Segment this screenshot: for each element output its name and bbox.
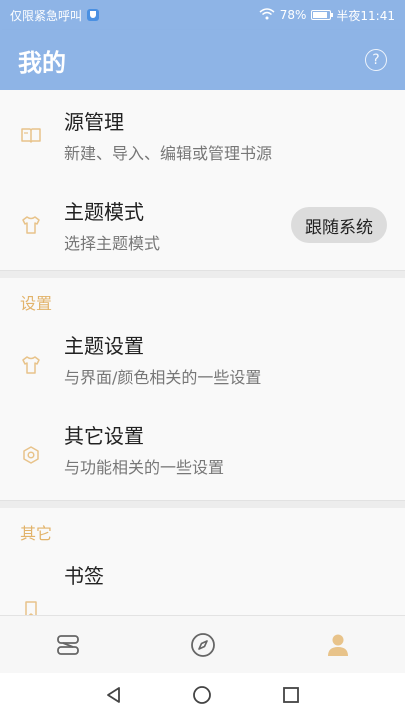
item-title: 书签 [64, 564, 104, 588]
item-subtitle: 与功能相关的一些设置 [64, 458, 225, 477]
theme-settings-item[interactable]: 主题设置 与界面/颜色相关的一些设置 [0, 320, 405, 410]
home-circle-icon [193, 685, 212, 704]
discover-tab[interactable] [173, 616, 233, 674]
home-button[interactable] [192, 685, 212, 709]
settings-list: 源管理 新建、导入、编辑或管理书源 主题模式 选择主题模式 跟随系统 设置 主题… [0, 90, 405, 615]
hexagon-gear-icon [20, 444, 42, 466]
status-right: 78% 半夜11:41 [259, 7, 395, 24]
source-management-item[interactable]: 源管理 新建、导入、编辑或管理书源 [0, 90, 405, 180]
section-label-others: 其它 [20, 524, 53, 543]
item-subtitle: 选择主题模式 [64, 234, 161, 253]
item-subtitle: 与界面/颜色相关的一些设置 [64, 368, 262, 387]
app-bar: 我的 ? [0, 30, 405, 90]
battery-percent: 78% [279, 8, 307, 22]
divider [0, 500, 405, 508]
item-title: 其它设置 [64, 424, 144, 448]
theme-mode-value-button[interactable]: 跟随系统 [291, 207, 387, 243]
wifi-icon [259, 7, 275, 23]
person-icon [327, 634, 348, 656]
bookshelf-tab[interactable] [38, 616, 98, 674]
recents-button[interactable] [281, 685, 301, 709]
divider [0, 270, 405, 278]
recents-square-icon [282, 686, 299, 703]
status-left: 仅限紧急呼叫 [10, 7, 100, 24]
shield-icon [87, 9, 100, 21]
item-title: 源管理 [64, 110, 124, 134]
bookmark-icon [20, 599, 42, 615]
clock: 半夜11:41 [336, 8, 395, 23]
book-icon [20, 124, 42, 146]
item-title: 主题模式 [64, 200, 144, 224]
compass-icon [190, 632, 215, 657]
item-title: 主题设置 [64, 334, 144, 358]
theme-mode-item[interactable]: 主题模式 选择主题模式 跟随系统 [0, 180, 405, 270]
status-bar: 仅限紧急呼叫 78% 半夜11:41 [0, 0, 405, 30]
bookmarks-item[interactable]: 书签 [0, 550, 405, 615]
item-subtitle: 新建、导入、编辑或管理书源 [64, 144, 273, 163]
bookshelf-icon [56, 634, 79, 655]
shirt-icon [20, 214, 42, 236]
back-triangle-icon [107, 686, 121, 703]
shirt-icon [20, 354, 42, 376]
carrier-text: 仅限紧急呼叫 [10, 8, 83, 23]
help-icon[interactable]: ? [365, 49, 387, 71]
page-title: 我的 [18, 48, 66, 77]
system-nav-bar [0, 673, 405, 720]
section-label-settings: 设置 [20, 294, 53, 313]
profile-tab[interactable] [308, 616, 368, 674]
back-button[interactable] [104, 685, 124, 709]
bottom-nav [0, 615, 405, 673]
battery-icon [311, 10, 334, 20]
other-settings-item[interactable]: 其它设置 与功能相关的一些设置 [0, 410, 405, 500]
